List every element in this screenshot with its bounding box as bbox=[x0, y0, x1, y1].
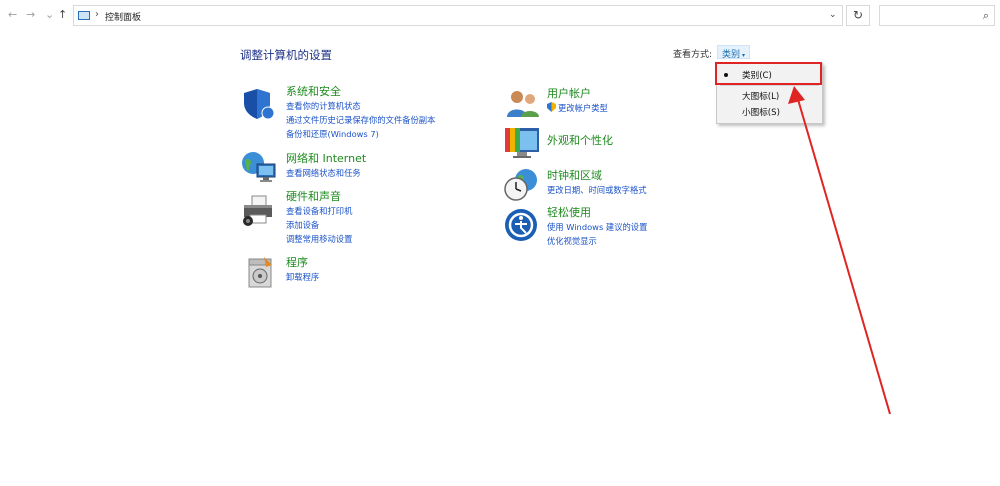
annotation-arrow bbox=[788, 86, 891, 415]
